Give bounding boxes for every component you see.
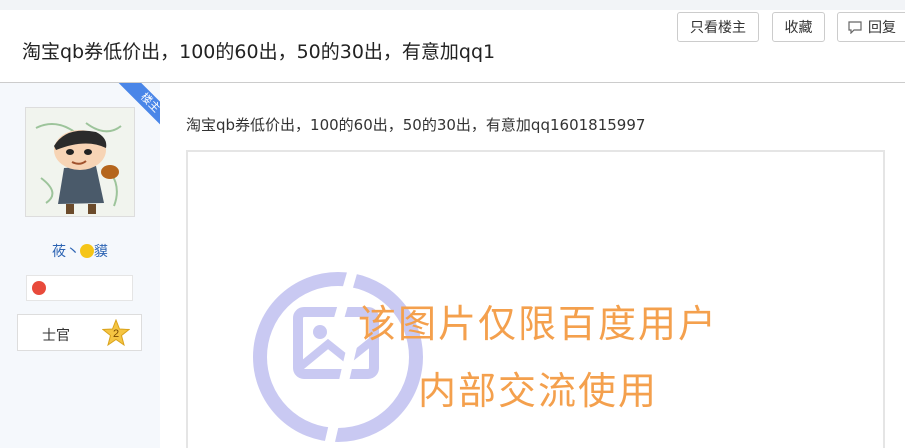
reply-button-label: 回复 [868,20,896,36]
laughing-emoji-icon [80,244,94,258]
badge-box [26,275,133,301]
favorite-button[interactable]: 收藏 [772,12,825,42]
post-content: 淘宝qb券低价出，100的60出，50的30出，有意加qq1601815997 [186,116,646,134]
rank-box[interactable]: 士官 2 [17,314,142,351]
author-name-part2: 貘 [94,244,108,260]
rank-label: 士官 [42,328,70,344]
avatar-image [26,108,134,216]
avatar[interactable] [25,107,135,217]
author-only-button[interactable]: 只看楼主 [677,12,759,42]
image-notice-line1: 该图片仅限百度用户 [357,302,718,346]
author-name[interactable]: 莜丶貘 [0,241,160,261]
level-star-icon: 2 [102,319,130,347]
level-number: 2 [113,328,119,340]
thread-header: 淘宝qb券低价出，100的60出，50的30出，有意加qq1 只看楼主 收藏 回… [0,10,905,83]
image-notice-line2: 内部交流使用 [417,369,658,413]
comment-icon [848,20,862,34]
angry-emoji-icon [32,281,46,295]
top-strip [0,0,905,10]
reply-button[interactable]: 回复 [837,12,905,42]
thread-title: 淘宝qb券低价出，100的60出，50的30出，有意加qq1 [22,41,496,63]
author-name-part1: 莜丶 [52,244,80,260]
